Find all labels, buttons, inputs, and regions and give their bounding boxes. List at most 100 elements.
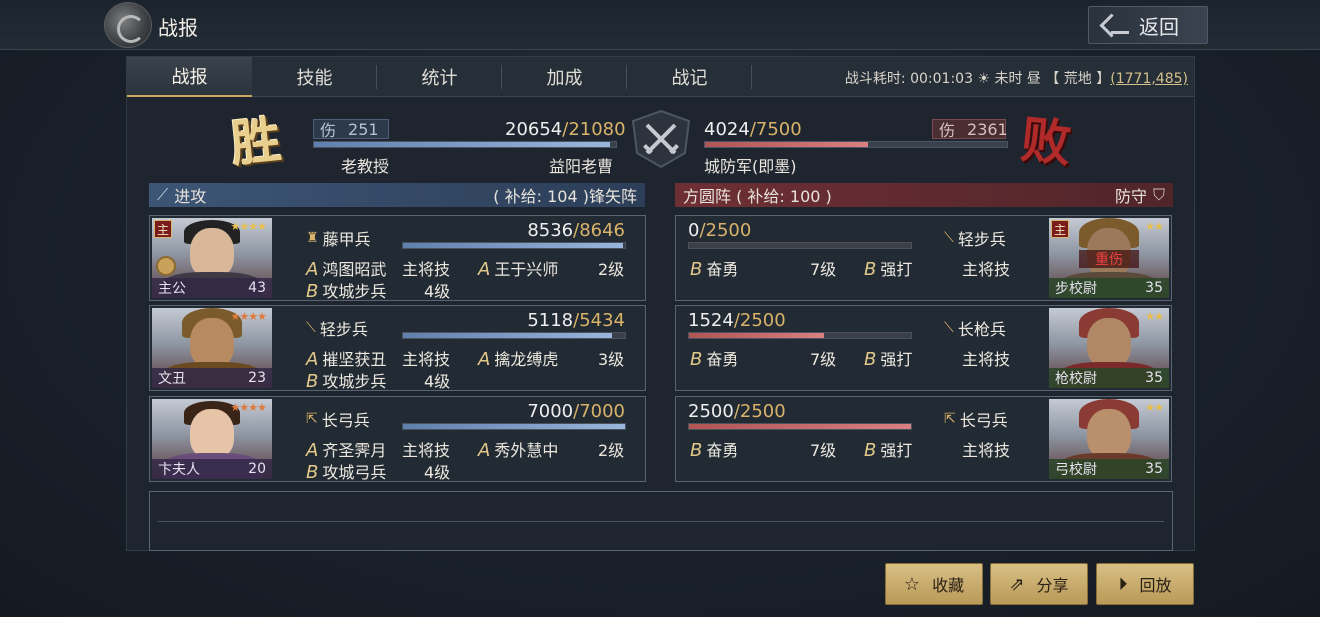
troop-type-label: 藤甲兵 — [322, 230, 371, 249]
attacker-troop-bar — [313, 141, 617, 148]
attack-supply: ( 补给: 104 )锋矢阵 — [493, 183, 637, 207]
troop-type: ⟍ 轻步兵 — [306, 316, 368, 340]
attack-section-header: ⟋ 进攻 ( 补给: 104 )锋矢阵 — [149, 183, 645, 207]
skill-grade: A — [478, 440, 491, 461]
skill-entry[interactable]: A 齐圣霁月 — [306, 437, 386, 461]
collect-button[interactable]: ☆ 收藏 — [885, 563, 983, 605]
skill-entry[interactable]: B 强打 — [864, 256, 912, 280]
troop-count: 2500/2500 — [688, 401, 786, 422]
skill-grade: B — [864, 259, 877, 280]
attacker-card[interactable]: ★★★★ 文丑 23 ⟍ 轻步兵 5118/5434 A 摧坚获丑 主将技 A 擒龙… — [149, 305, 646, 392]
general-portrait: 主 重伤 ★★ 步校尉 35 — [1049, 218, 1169, 298]
top-bar: 战报 返回 — [0, 0, 1320, 50]
general-portrait: ★★ 枪校尉 35 — [1049, 308, 1169, 388]
skill-entry[interactable]: B 强打 — [864, 346, 912, 370]
skill-entry[interactable]: B 攻城步兵 — [306, 278, 386, 302]
sword-icon: ⟍ — [306, 320, 316, 336]
game-emblem-icon — [104, 2, 152, 48]
skill-info: 主将技 — [962, 260, 1011, 279]
divider — [158, 521, 1164, 522]
collect-label: 收藏 — [932, 576, 965, 595]
share-button[interactable]: ⇗ 分享 — [990, 563, 1088, 605]
replay-button[interactable]: ⏵ 回放 — [1096, 563, 1194, 605]
play-icon: ⏵ — [1118, 573, 1128, 595]
back-button[interactable]: 返回 — [1088, 6, 1208, 44]
defender-card[interactable]: 2500/2500 ⇱ 长弓兵 B 奋勇 7级 B 强打 主将技 ★★ 弓校尉 35 — [675, 396, 1172, 482]
skill-info: 主将技 — [402, 350, 451, 369]
skill-info: 4级 — [424, 463, 451, 482]
skill-grade: B — [864, 440, 877, 461]
troop-count: 8536/8646 — [527, 220, 625, 241]
skill-name: 摧坚获丑 — [322, 350, 387, 369]
skill-grade: B — [306, 462, 319, 483]
star-rating-icon: ★★ — [1145, 310, 1164, 323]
defender-damage-tag: 伤 2361 — [932, 119, 1008, 140]
general-name: 卞夫人 — [158, 462, 200, 478]
general-level: 43 — [248, 280, 266, 296]
hp-max: /5434 — [573, 310, 625, 331]
troop-type-label: 轻步兵 — [319, 320, 368, 339]
skill-entry[interactable]: B 强打 — [864, 437, 912, 461]
skill-entry[interactable]: B 奋勇 — [690, 437, 738, 461]
time-of-day: 未时 昼 — [994, 71, 1041, 87]
skill-name: 秀外慧中 — [494, 441, 559, 460]
general-nameplate: 弓校尉 35 — [1049, 459, 1169, 479]
battle-info: 战斗耗时: 00:01:03 ☀ 未时 昼 【 荒地 】(1771,485) — [845, 68, 1188, 88]
skill-entry[interactable]: B 攻城弓兵 — [306, 459, 386, 483]
coordinate-link[interactable]: (1771,485) — [1110, 71, 1188, 87]
tab-report[interactable]: 战报 — [127, 57, 252, 97]
troop-count: 5118/5434 — [527, 310, 625, 331]
skill-entry[interactable]: B 奋勇 — [690, 346, 738, 370]
troop-bar — [402, 423, 626, 430]
star-rating-icon: ★★★★ — [230, 401, 267, 414]
troop-bar — [688, 332, 912, 339]
damage-value: 2361 — [967, 119, 1008, 139]
general-name: 主公 — [158, 281, 186, 297]
skill-entry[interactable]: A 秀外慧中 — [478, 437, 558, 461]
portrait-art — [190, 228, 234, 278]
skill-grade: A — [478, 259, 491, 280]
troop-type: ♜ 藤甲兵 — [306, 226, 371, 250]
hp-value: 0 — [688, 220, 700, 241]
skill-info: 2级 — [598, 441, 625, 460]
general-name: 步校尉 — [1055, 281, 1097, 297]
sun-icon: ☀ — [977, 71, 990, 87]
skill-info: 3级 — [598, 350, 625, 369]
skill-info: 4级 — [424, 282, 451, 301]
skill-info: 主将技 — [402, 441, 451, 460]
skill-entry[interactable]: B 攻城步兵 — [306, 368, 386, 392]
skill-name: 攻城步兵 — [322, 282, 387, 301]
skill-entry[interactable]: A 擒龙缚虎 — [478, 346, 558, 370]
skill-info: 7级 — [810, 350, 837, 369]
battle-log-box[interactable] — [149, 491, 1173, 551]
skill-name: 王于兴师 — [494, 260, 559, 279]
skill-name: 强打 — [880, 441, 913, 460]
troop-type-label: 轻步兵 — [957, 230, 1006, 249]
star-rating-icon: ★★★★ — [230, 220, 267, 233]
skill-entry[interactable]: A 摧坚获丑 — [306, 346, 386, 370]
troops-value: 4024 — [704, 119, 750, 140]
tab-skills[interactable]: 技能 — [252, 57, 377, 97]
skill-entry[interactable]: B 奋勇 — [690, 256, 738, 280]
troop-bar — [688, 423, 912, 430]
back-label: 返回 — [1139, 14, 1179, 39]
troop-type-label: 长弓兵 — [959, 411, 1008, 430]
general-nameplate: 主公 43 — [152, 278, 272, 298]
skill-entry[interactable]: A 王于兴师 — [478, 256, 558, 280]
general-level: 35 — [1145, 370, 1163, 386]
attacker-damage-tag: 伤 251 — [313, 119, 389, 140]
defender-card[interactable]: 0/2500 ⟍ 轻步兵 B 奋勇 7级 B 强打 主将技 主 重伤 ★★ 步校尉 … — [675, 215, 1172, 301]
tab-bar: 战报 技能 统计 加成 战记 战斗耗时: 00:01:03 ☀ 未时 昼 【 荒… — [127, 57, 1194, 97]
skill-entry[interactable]: A 鸿图昭武 — [306, 256, 386, 280]
attacker-card[interactable]: ★★★★ 卞夫人 20 ⇱ 长弓兵 7000/7000 A 齐圣霁月 主将技 A秀… — [149, 396, 646, 483]
attacker-card[interactable]: 主 ★★★★ 主公 43 ♜ 藤甲兵 8536/8646 A 鸿图昭武 主将技 A… — [149, 215, 646, 302]
defender-card[interactable]: 1524/2500 ⟍ 长枪兵 B 奋勇 7级 B 强打 主将技 ★★ 枪校尉 35 — [675, 305, 1172, 391]
troop-count: 7000/7000 — [527, 401, 625, 422]
tab-bonus[interactable]: 加成 — [502, 57, 627, 97]
tab-stats[interactable]: 统计 — [377, 57, 502, 97]
troop-count: 0/2500 — [688, 220, 751, 241]
share-label: 分享 — [1036, 576, 1069, 595]
troop-bar — [402, 332, 626, 339]
skill-name: 鸿图昭武 — [322, 260, 387, 279]
tab-battle-log[interactable]: 战记 — [627, 57, 752, 97]
